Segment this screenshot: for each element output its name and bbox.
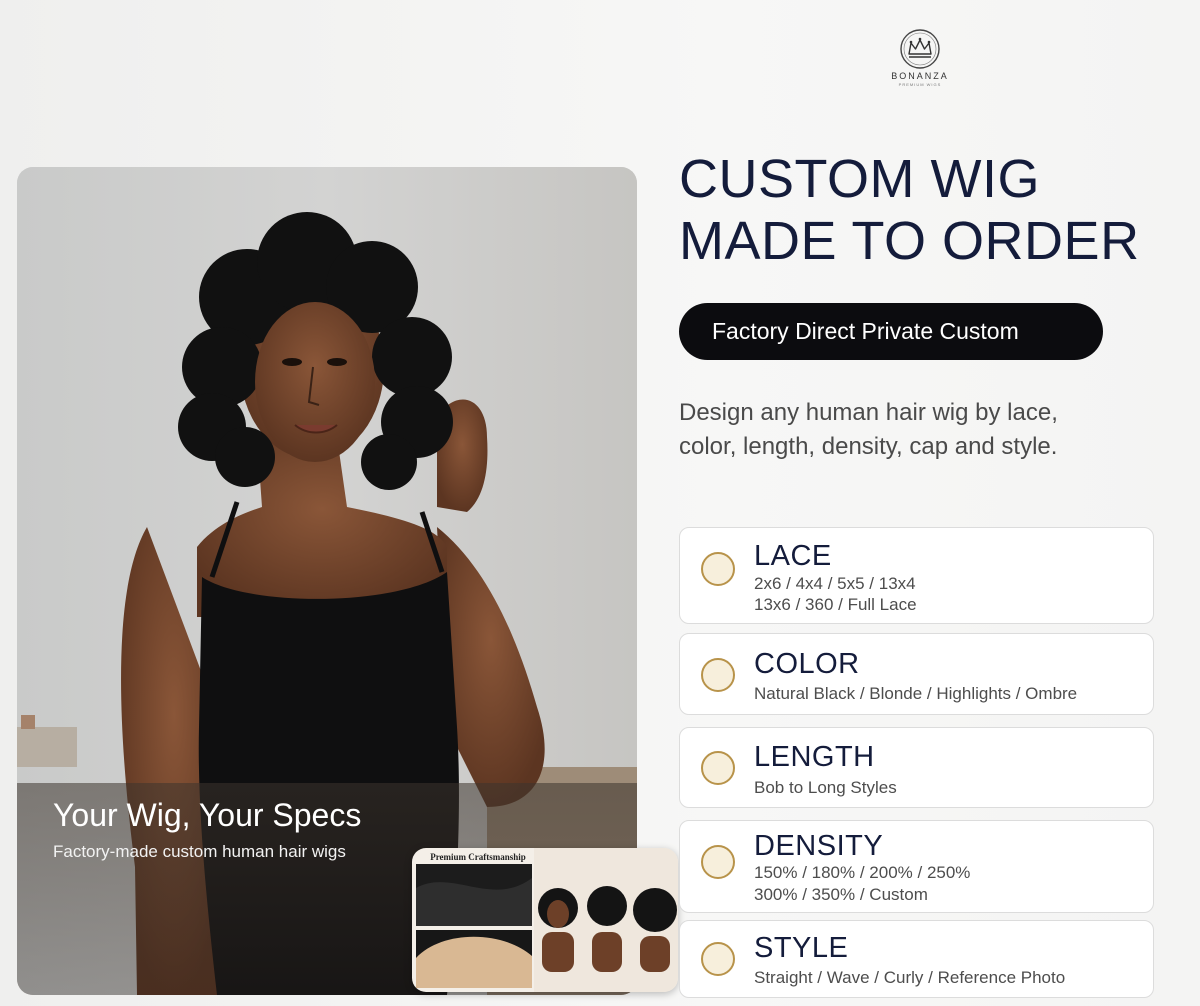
brand-logo[interactable]: BONANZA PREMIUM WIGS xyxy=(880,28,960,92)
option-detail: Straight / Wave / Curly / Reference Phot… xyxy=(754,968,1066,987)
circle-icon xyxy=(701,658,735,692)
circle-icon xyxy=(701,552,735,586)
brand-tagline: PREMIUM WIGS xyxy=(898,82,942,87)
option-title: LENGTH xyxy=(754,741,875,773)
option-detail: 13x6 / 360 / Full Lace xyxy=(754,595,917,614)
circle-icon xyxy=(701,751,735,785)
option-detail: Bob to Long Styles xyxy=(754,778,897,797)
option-card-style[interactable]: STYLE Straight / Wave / Curly / Referenc… xyxy=(679,920,1154,998)
caption-title: Your Wig, Your Specs xyxy=(53,797,362,833)
factory-direct-pill[interactable]: Factory Direct Private Custom xyxy=(679,303,1103,360)
option-card-density[interactable]: DENSITY 150% / 180% / 200% / 250% 300% /… xyxy=(679,820,1154,913)
description: Design any human hair wig by lace, color… xyxy=(679,396,1159,464)
option-title: LACE xyxy=(754,540,832,572)
crown-icon xyxy=(900,29,940,69)
option-detail: 150% / 180% / 200% / 250% xyxy=(754,863,971,882)
page: BONANZA PREMIUM WIGS Your Wig, Your Spec… xyxy=(0,0,1200,1006)
page-title: CUSTOM WIG MADE TO ORDER xyxy=(679,148,1179,272)
caption-subtitle: Factory-made custom human hair wigs xyxy=(53,842,346,861)
option-detail: 300% / 350% / Custom xyxy=(754,885,928,904)
description-line-2: color, length, density, cap and style. xyxy=(679,433,1058,460)
option-detail: Natural Black / Blonde / Highlights / Om… xyxy=(754,684,1078,703)
option-title: DENSITY xyxy=(754,830,884,862)
circle-icon xyxy=(701,942,735,976)
inset-thumbnails xyxy=(416,848,678,992)
option-card-lace[interactable]: LACE 2x6 / 4x4 / 5x5 / 13x4 13x6 / 360 /… xyxy=(679,527,1154,624)
craftsmanship-inset[interactable]: Premium Craftsmanship xyxy=(412,848,678,992)
option-card-length[interactable]: LENGTH Bob to Long Styles xyxy=(679,727,1154,808)
headline-line-1: CUSTOM WIG xyxy=(679,149,1040,209)
option-title: STYLE xyxy=(754,932,849,964)
headline-line-2: MADE TO ORDER xyxy=(679,211,1140,271)
circle-icon xyxy=(701,845,735,879)
option-detail: 2x6 / 4x4 / 5x5 / 13x4 xyxy=(754,574,916,593)
brand-name: BONANZA xyxy=(891,71,949,81)
option-title: COLOR xyxy=(754,648,860,680)
inset-label: Premium Craftsmanship xyxy=(430,852,526,862)
description-line-1: Design any human hair wig by lace, xyxy=(679,399,1058,426)
option-card-color[interactable]: COLOR Natural Black / Blonde / Highlight… xyxy=(679,633,1154,715)
